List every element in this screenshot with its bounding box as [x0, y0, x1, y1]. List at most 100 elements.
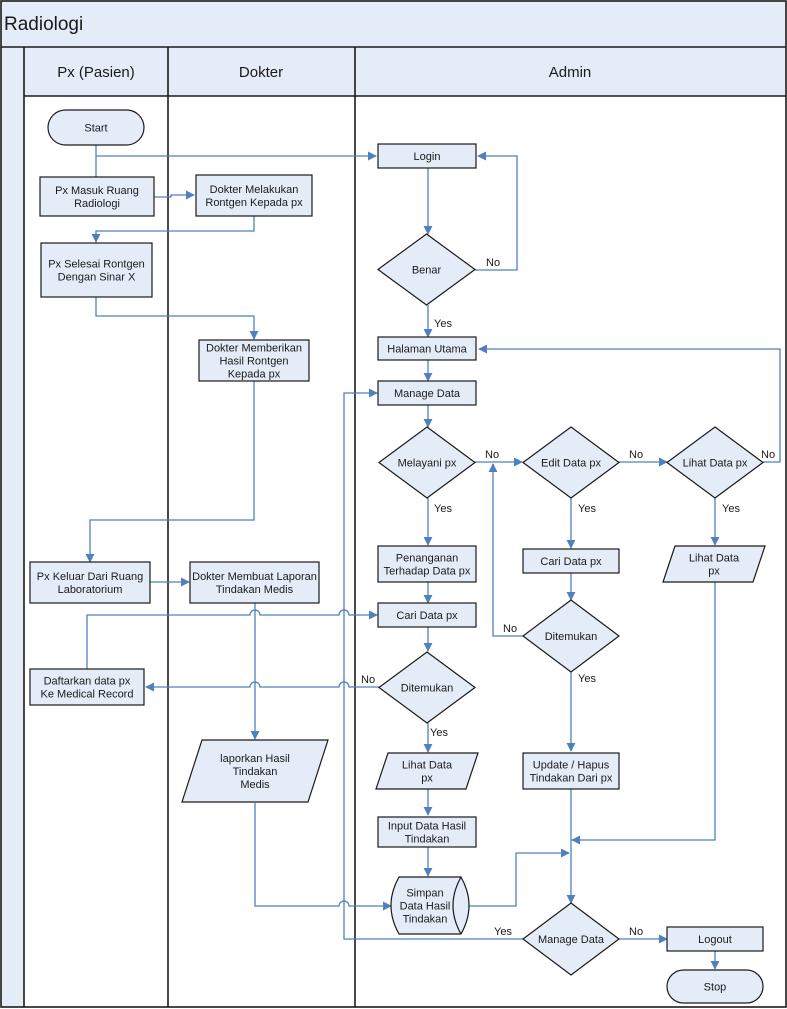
node-dokter-membuat-laporan[interactable]: Dokter Membuat LaporanTindakan Medis [189, 561, 320, 604]
node-label: Radiologi [74, 198, 120, 210]
node-label: Penanganan [396, 553, 458, 565]
pool-title: Radiologi [4, 14, 83, 35]
node-label: Benar [412, 265, 442, 277]
node-label: Lihat Data [689, 553, 740, 565]
node-label: Daftarkan data px [44, 676, 131, 688]
node-label: Update / Hapus [533, 760, 610, 772]
node-label: Login [414, 151, 441, 163]
node-label: px [421, 773, 433, 785]
node-halaman-utama[interactable]: Halaman Utama [377, 336, 477, 361]
lane-title-pasien: Px (Pasien) [57, 64, 135, 81]
edge-pxmasuk-rontgen [154, 190, 195, 200]
node-label: Ke Medical Record [41, 689, 134, 701]
pool-side-strip [1, 47, 24, 1007]
node-label: px [708, 566, 720, 578]
node-px-keluar-ruang[interactable]: Px Keluar Dari RuangLaboratorium [29, 561, 151, 604]
node-cari-data-px[interactable]: Cari Data px [377, 602, 477, 628]
node-label: Px Masuk Ruang [55, 185, 139, 197]
node-label: Lihat Data [402, 760, 453, 772]
edge-label-ditemukan-yes: Yes [430, 727, 448, 739]
edge-selesai-hasil [95, 297, 259, 340]
edge-laporkan-simpan [254, 803, 392, 911]
node-label: Data Hasil [400, 901, 451, 913]
edge-label-melayani-yes: Yes [434, 503, 452, 515]
node-login[interactable]: Login [377, 143, 477, 169]
edge-label-manage-yes: Yes [494, 926, 512, 938]
node-input-data-hasil[interactable]: Input Data HasilTindakan [377, 816, 477, 848]
edge-daftarkan-caridata [86, 609, 378, 669]
node-label: Tindakan Medis [216, 584, 294, 596]
node-label: Px Selesai Rontgen [48, 259, 145, 271]
lane-title-admin: Admin [549, 64, 592, 81]
node-edit-data-px-decision[interactable]: Edit Data px [521, 426, 621, 499]
node-lihat-data-px-decision[interactable]: Lihat Data px [665, 426, 765, 499]
node-px-masuk-ruang[interactable]: Px Masuk RuangRadiologi [39, 176, 155, 217]
node-label: Input Data Hasil [388, 821, 466, 833]
node-label: Terhadap Data px [384, 566, 471, 578]
node-melayani-px-decision[interactable]: Melayani px [377, 426, 477, 499]
node-lihat-data-px-io[interactable]: Lihat Datapx [662, 545, 766, 583]
edge-label-melayani-no: No [485, 449, 499, 461]
nodes: Start Px Masuk RuangRadiologi Dokter Mel… [29, 109, 766, 1004]
node-label: Logout [698, 934, 732, 946]
node-label: Ditemukan [545, 631, 598, 643]
swimlane-flowchart: Radiologi Px (Pasien) Dokter Admin No Ye… [0, 0, 787, 1008]
edge-label-edit-no: No [629, 449, 643, 461]
edge-hasil-keluar [85, 381, 255, 563]
node-manage-data[interactable]: Manage Data [377, 380, 477, 406]
edge-benar-no-login [475, 151, 518, 271]
node-label: Edit Data px [541, 458, 601, 470]
node-ditemukan-edit-decision[interactable]: Ditemukan [522, 599, 620, 673]
node-label: Stop [704, 982, 727, 994]
edge-label-lihat-no: No [761, 449, 775, 461]
node-label: Simpan [406, 888, 443, 900]
node-label: Rontgen Kepada px [205, 197, 303, 209]
edge-label-ditemukan-edit-yes: Yes [578, 673, 596, 685]
node-start[interactable]: Start [47, 109, 145, 146]
node-label: Hasil Rontgen [219, 356, 288, 368]
node-ditemukan-decision[interactable]: Ditemukan [377, 651, 477, 724]
node-label: Dokter Melakukan [210, 184, 299, 196]
edge-label-edit-yes: Yes [578, 503, 596, 515]
node-laporkan-hasil-tindakan[interactable]: laporkan HasilTindakanMedis [181, 739, 329, 803]
node-px-selesai-rontgen[interactable]: Px Selesai RontgenDengan Sinar X [40, 242, 153, 298]
node-manage-data-decision[interactable]: Manage Data [522, 902, 620, 976]
lane-title-dokter: Dokter [239, 64, 283, 81]
edge-label-ditemukan-edit-no: No [503, 623, 517, 635]
node-daftarkan-medical-record[interactable]: Daftarkan data pxKe Medical Record [29, 668, 145, 706]
node-label: laporkan Hasil [220, 753, 290, 765]
node-logout[interactable]: Logout [666, 926, 764, 952]
pool-title-bar [1, 1, 786, 47]
node-label: Medis [240, 779, 270, 791]
node-penanganan-data-px[interactable]: PenangananTerhadap Data px [377, 545, 477, 583]
lane-header-bar [24, 47, 786, 96]
node-label: Melayani px [398, 458, 457, 470]
edge-label-lihat-yes: Yes [722, 503, 740, 515]
edge-label-benar-no: No [486, 257, 500, 269]
node-lihat-data-px-result[interactable]: Lihat Datapx [375, 752, 479, 790]
edge-label-benar-yes: Yes [434, 318, 452, 330]
edge-ditemukan-edit-no [488, 463, 523, 637]
node-label: Tindakan [405, 834, 450, 846]
node-label: Kepada px [228, 369, 281, 381]
node-stop[interactable]: Stop [666, 969, 764, 1004]
node-label: Start [84, 123, 107, 135]
node-label: Halaman Utama [387, 344, 467, 356]
node-label: Dokter Membuat Laporan [192, 571, 317, 583]
node-label: Tindakan [233, 766, 278, 778]
node-label: Tindakan [403, 914, 448, 926]
edge-label-manage-no: No [629, 926, 643, 938]
node-label: Dokter Memberikan [206, 343, 302, 355]
node-label: Cari Data px [396, 610, 458, 622]
node-dokter-memberikan-hasil[interactable]: Dokter MemberikanHasil RontgenKepada px [198, 339, 310, 382]
node-label: Manage Data [394, 388, 461, 400]
edge-simpan-merge [467, 848, 570, 907]
node-simpan-data-hasil[interactable]: SimpanData HasilTindakan [390, 876, 470, 935]
node-dokter-melakukan-rontgen[interactable]: Dokter MelakukanRontgen Kepada px [195, 174, 313, 217]
node-label: Dengan Sinar X [58, 272, 136, 284]
node-benar-decision[interactable]: Benar [376, 233, 477, 306]
node-label: Tindakan Dari px [530, 773, 613, 785]
node-update-hapus-tindakan[interactable]: Update / HapusTindakan Dari px [522, 752, 620, 790]
edge-label-ditemukan-no: No [361, 674, 375, 686]
node-cari-data-px-edit[interactable]: Cari Data px [522, 548, 620, 574]
